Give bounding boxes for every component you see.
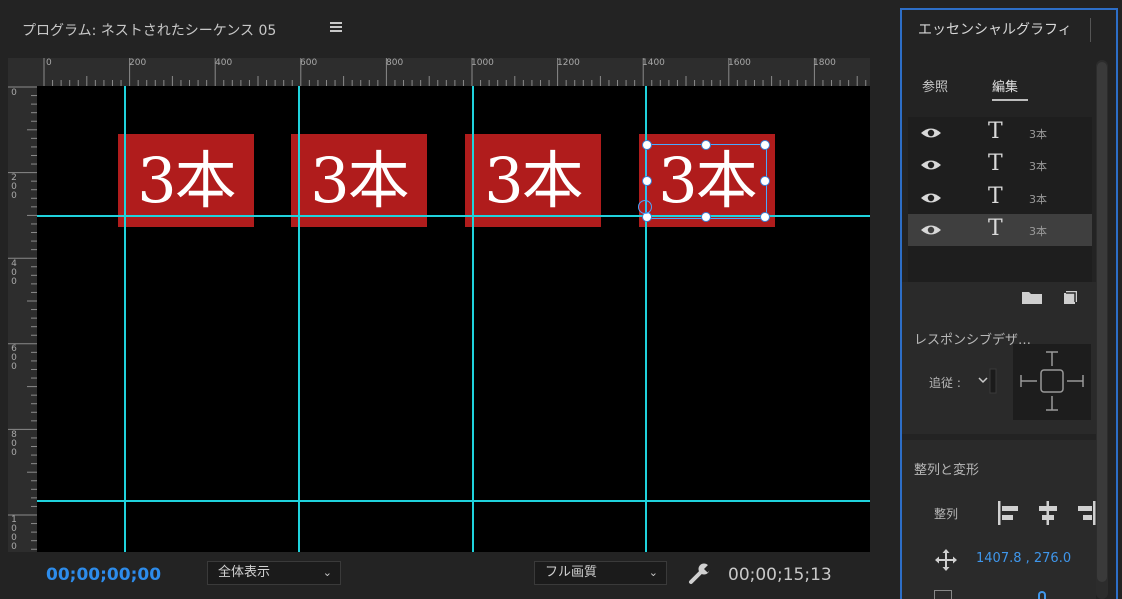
transform-handle[interactable] (760, 212, 770, 222)
zoom-level-value: 全体表示 (218, 565, 271, 580)
ruler-h-label: 600 (300, 58, 318, 68)
guide-vertical[interactable] (472, 86, 474, 552)
layer-name: 3本 (1029, 193, 1047, 206)
eye-visibility-icon[interactable] (920, 191, 942, 205)
ruler-h-label: 1600 (728, 58, 751, 68)
selection-bounding-box[interactable] (646, 144, 767, 219)
ruler-h-label: 200 (129, 58, 147, 68)
ruler-h-label: 1400 (642, 58, 665, 68)
guide-horizontal[interactable] (37, 500, 870, 502)
anchor-point[interactable] (638, 200, 652, 214)
clip-text: 3本 (137, 144, 236, 217)
ruler-h-label: 800 (386, 58, 404, 68)
text-clip[interactable]: 3本 (291, 134, 427, 227)
scale-icon (934, 590, 952, 599)
text-layer-icon: T (988, 119, 1003, 144)
eye-visibility-icon[interactable] (920, 158, 942, 172)
ruler-v-label: 800 (11, 430, 17, 458)
zoom-level-select[interactable]: 全体表示 ⌄ (207, 561, 341, 585)
align-and-transform-title: 整列と変形 (914, 463, 980, 478)
pin-to-edges-widget[interactable] (1013, 344, 1091, 420)
clip-text: 3本 (484, 144, 583, 217)
playback-quality-select[interactable]: フル画質 ⌄ (534, 561, 667, 585)
panel-scrollbar-thumb[interactable] (1097, 62, 1107, 582)
horizontal-ruler[interactable]: 0 200 400 600 800 1000 1200 1400 1600 18… (37, 58, 870, 86)
ruler-v-label: 0 (11, 88, 17, 98)
playhead-timecode[interactable]: 00;00;00;00 (46, 565, 161, 585)
layer-row-selected[interactable]: T 3本 (908, 214, 1092, 246)
layer-row[interactable]: T 3本 (908, 117, 1092, 149)
text-clip[interactable]: 3本 (465, 134, 601, 227)
text-layer-icon: T (988, 216, 1003, 241)
transform-handle[interactable] (760, 140, 770, 150)
guide-vertical[interactable] (124, 86, 126, 552)
vertical-ruler-ticks (8, 86, 37, 550)
layer-name: 3本 (1029, 128, 1047, 141)
clip-text: 3本 (310, 144, 409, 217)
essential-graphics-title[interactable]: エッセンシャルグラフィ (918, 19, 1088, 39)
position-value[interactable]: 1407.8 , 276.0 (976, 551, 1071, 566)
folder-icon[interactable] (1021, 289, 1043, 305)
ruler-h-label: 0 (46, 58, 52, 68)
ruler-corner (8, 58, 37, 86)
text-layer-icon: T (988, 151, 1003, 176)
align-right-icon[interactable] (1074, 499, 1098, 527)
chevron-down-icon: ⌄ (648, 566, 658, 579)
layer-row[interactable]: T 3本 (908, 149, 1092, 181)
program-monitor-title[interactable]: プログラム: ネストされたシーケンス 05 (22, 20, 276, 40)
sequence-duration-timecode: 00;00;15;13 (728, 565, 832, 585)
wrench-settings-icon[interactable] (687, 561, 713, 587)
layer-name: 3本 (1029, 225, 1047, 238)
align-left-icon[interactable] (996, 499, 1020, 527)
ruler-v-label: 400 (11, 259, 17, 287)
panel-menu-icon[interactable] (330, 21, 344, 35)
tab-browse[interactable]: 参照 (922, 76, 948, 95)
transform-handle[interactable] (642, 140, 652, 150)
tab-edit[interactable]: 編集 (992, 76, 1018, 95)
transform-handle[interactable] (701, 212, 711, 222)
title-separator (1090, 18, 1091, 42)
layers-list: T 3本 T 3本 T 3本 T 3本 (908, 117, 1092, 282)
text-layer-icon: T (988, 184, 1003, 209)
layer-row[interactable]: T 3本 (908, 182, 1092, 214)
ruler-h-label: 1800 (813, 58, 836, 68)
transform-handle[interactable] (642, 176, 652, 186)
vertical-ruler[interactable]: 0 200 400 600 800 1000 (8, 86, 37, 552)
guide-vertical[interactable] (298, 86, 300, 552)
position-move-icon (934, 548, 958, 572)
ruler-h-label: 400 (215, 58, 233, 68)
chevron-down-icon: ⌄ (322, 566, 332, 579)
eye-visibility-icon[interactable] (920, 126, 942, 140)
follow-select[interactable] (975, 368, 997, 394)
align-center-horizontal-icon[interactable] (1036, 499, 1060, 527)
scale-value-partial (1038, 591, 1046, 599)
transform-handle[interactable] (760, 176, 770, 186)
layer-name: 3本 (1029, 160, 1047, 173)
align-label: 整列 (934, 507, 959, 521)
text-clip[interactable]: 3本 (118, 134, 254, 227)
ruler-h-label: 1000 (471, 58, 494, 68)
program-canvas[interactable]: 3本 3本 3本 3本 (37, 86, 870, 552)
playback-quality-value: フル画質 (545, 565, 598, 580)
follow-label: 追従 : (929, 376, 961, 390)
active-tab-underline (992, 99, 1028, 101)
ruler-h-label: 1200 (557, 58, 580, 68)
ruler-v-label: 1000 (11, 515, 17, 552)
ruler-v-label: 600 (11, 344, 17, 372)
ruler-v-label: 200 (11, 173, 17, 201)
eye-visibility-icon[interactable] (920, 223, 942, 237)
transform-handle[interactable] (701, 140, 711, 150)
new-layer-icon[interactable] (1061, 288, 1079, 306)
